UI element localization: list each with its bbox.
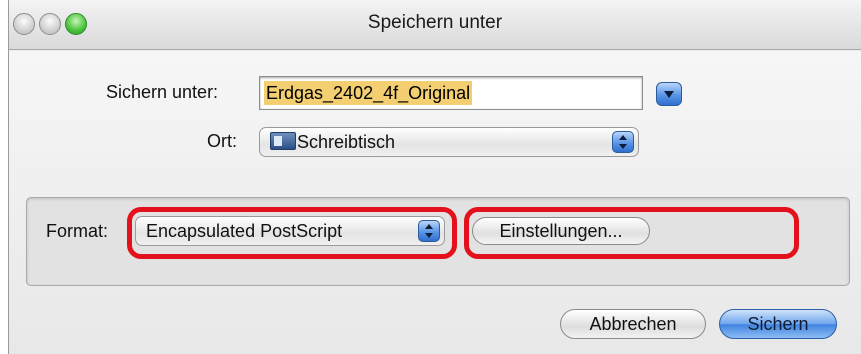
desktop-folder-icon (270, 132, 296, 150)
save-as-label: Sichern unter: (106, 82, 219, 102)
format-value: Encapsulated PostScript (146, 221, 343, 241)
expand-browser-button[interactable] (656, 82, 682, 106)
cancel-button[interactable]: Abbrechen (560, 309, 706, 339)
format-popup[interactable]: Encapsulated PostScript (135, 216, 445, 246)
location-value: Schreibtisch (297, 132, 396, 152)
location-label: Ort: (207, 131, 237, 151)
save-button[interactable]: Sichern (719, 309, 837, 339)
title-bar: Speichern unter (9, 0, 861, 50)
format-label: Format: (46, 221, 109, 241)
dialog-body: Sichern unter: Erdgas_2402_4f_Original O… (9, 51, 861, 354)
filename-input[interactable]: Erdgas_2402_4f_Original (259, 76, 643, 110)
window-title: Speichern unter (367, 12, 503, 33)
chevron-down-icon (664, 90, 674, 98)
format-settings-button[interactable]: Einstellungen... (472, 217, 650, 245)
popup-arrows-icon (612, 131, 634, 153)
save-dialog: Speichern unter Sichern unter: Erdgas_24… (8, 0, 861, 354)
popup-arrows-icon (418, 220, 440, 242)
filename-value: Erdgas_2402_4f_Original (264, 81, 473, 105)
location-popup[interactable]: Schreibtisch (259, 127, 639, 157)
